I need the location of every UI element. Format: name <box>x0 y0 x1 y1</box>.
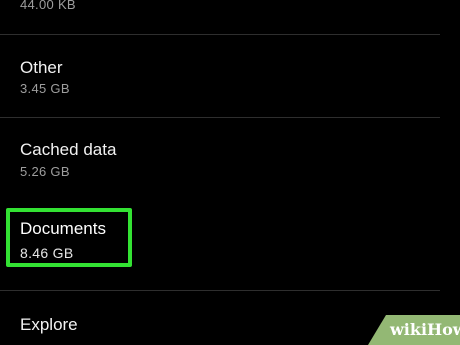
storage-item-apps[interactable]: 44.00 KB <box>0 0 460 34</box>
watermark-logo: wikiHow <box>390 320 460 339</box>
watermark-text-wiki: wiki <box>390 320 428 339</box>
storage-item-size: 5.26 GB <box>20 164 70 179</box>
highlight-box <box>6 208 132 267</box>
storage-item-size: 3.45 GB <box>20 81 70 96</box>
watermark-text-how: How <box>427 320 460 339</box>
storage-item-size: 44.00 KB <box>20 0 76 12</box>
storage-item-title: Other <box>20 58 63 77</box>
storage-screen: 44.00 KB Other 3.45 GB Cached data 5.26 … <box>0 0 460 345</box>
storage-item-other[interactable]: Other 3.45 GB <box>0 35 460 117</box>
wikihow-watermark: wikiHow <box>368 315 460 345</box>
storage-item-title: Explore <box>20 315 78 334</box>
storage-item-cached-data[interactable]: Cached data 5.26 GB <box>0 118 460 198</box>
storage-item-title: Cached data <box>20 140 117 159</box>
